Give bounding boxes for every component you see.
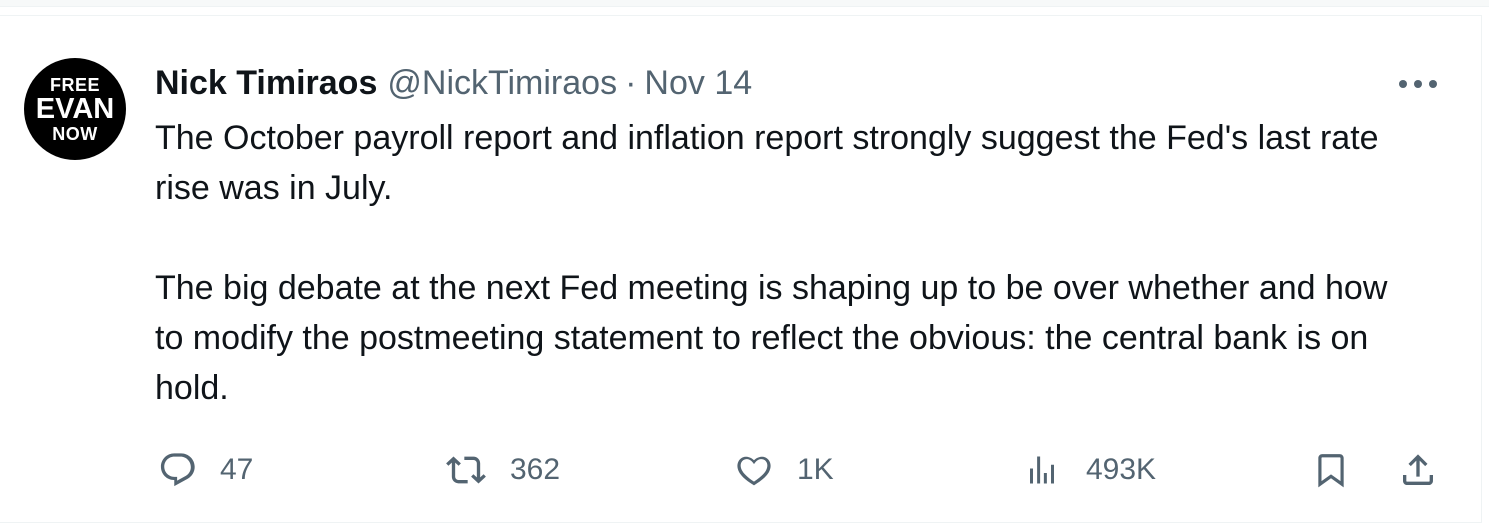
tweet-text: The October payroll report and inflation… [155, 113, 1425, 413]
share-icon [1403, 454, 1433, 485]
reply-icon [160, 453, 195, 487]
repost-count: 362 [510, 453, 561, 486]
tweet-header: Nick Timiraos @NickTimiraos · Nov 14 [155, 62, 752, 104]
share-button[interactable] [1398, 445, 1438, 495]
avatar[interactable]: FREE EVAN NOW [24, 58, 126, 160]
author-handle[interactable]: @NickTimiraos [387, 64, 617, 103]
repost-icon [446, 456, 486, 484]
top-divider [0, 0, 1489, 7]
heart-icon [737, 456, 771, 486]
views-count: 493K [1086, 453, 1157, 486]
like-count: 1K [797, 453, 834, 486]
like-button[interactable]: 1K [733, 445, 834, 495]
avatar-text-line: FREE [49, 74, 100, 95]
reply-button[interactable]: 47 [158, 445, 253, 495]
bookmark-button[interactable] [1312, 445, 1350, 495]
avatar-text-line: NOW [52, 123, 98, 144]
views-icon [1030, 456, 1054, 484]
avatar-text-line: EVAN [35, 92, 115, 125]
tweet-paragraph: The big debate at the next Fed meeting i… [155, 269, 1388, 407]
tweet-paragraph: The October payroll report and inflation… [155, 119, 1379, 207]
action-bar: 47 362 1K 493K [0, 445, 1489, 495]
bookmark-icon [1318, 454, 1344, 488]
author-name[interactable]: Nick Timiraos [155, 64, 377, 103]
header-separator: · [625, 63, 637, 102]
repost-button[interactable]: 362 [444, 445, 560, 495]
views-button[interactable]: 493K [1024, 445, 1156, 495]
more-button[interactable] [1396, 70, 1440, 98]
tweet-date[interactable]: Nov 14 [644, 64, 752, 103]
more-icon [1399, 80, 1437, 88]
reply-count: 47 [220, 453, 254, 486]
